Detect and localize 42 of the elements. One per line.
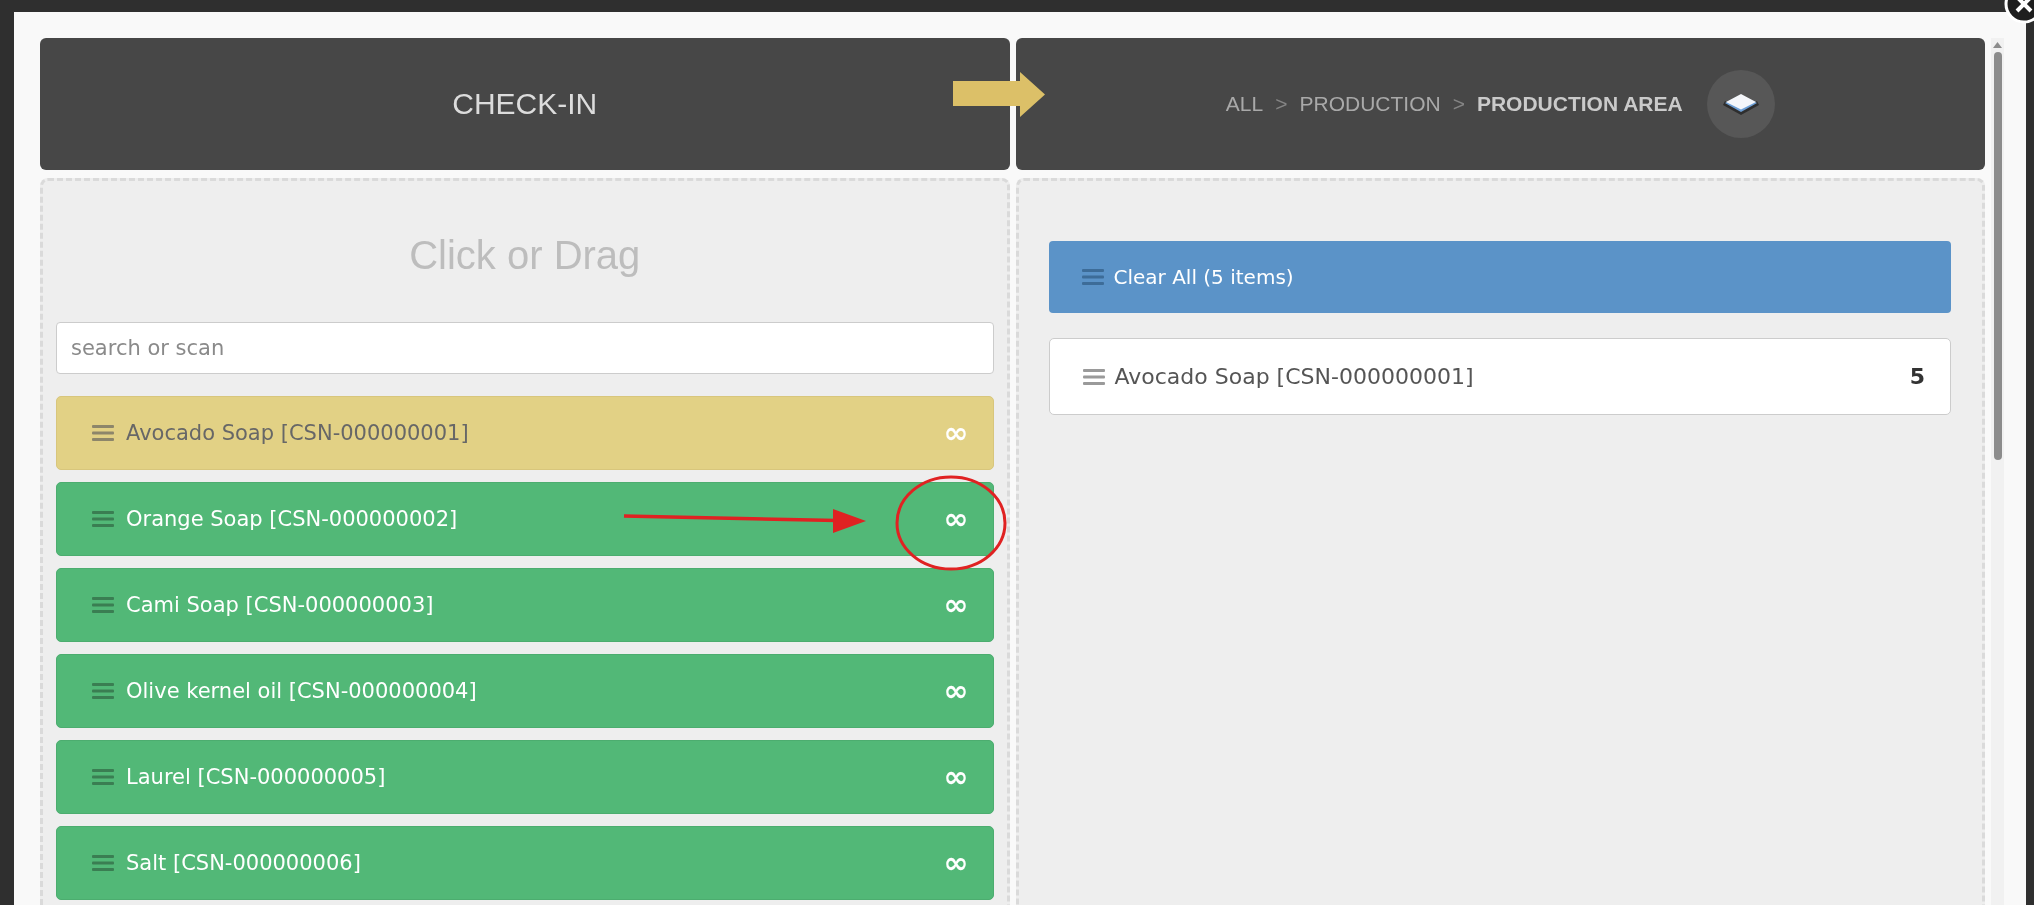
scroll-up-icon[interactable]: [1993, 42, 2002, 48]
product-name: Salt [CSN-000000006]: [126, 851, 361, 875]
breadcrumb-separator: >: [1275, 92, 1288, 116]
product-row[interactable]: Orange Soap [CSN-000000002] ∞: [56, 482, 994, 556]
quantity-label: ∞: [943, 504, 969, 534]
product-name: Orange Soap [CSN-000000002]: [126, 507, 458, 531]
product-row[interactable]: Salt [CSN-000000006] ∞: [56, 826, 994, 900]
drag-handle-icon[interactable]: [1082, 368, 1105, 385]
cart-item[interactable]: Avocado Soap [CSN-000000001] 5: [1048, 338, 1951, 415]
drag-handle-icon[interactable]: [92, 855, 114, 871]
search-field[interactable]: search or scan: [56, 322, 994, 374]
arrow-icon: [953, 72, 1045, 117]
product-name: Cami Soap [CSN-000000003]: [126, 593, 434, 617]
product-name: Olive kernel oil [CSN-000000004]: [126, 679, 477, 703]
breadcrumb-link[interactable]: PRODUCTION AREA: [1476, 92, 1683, 116]
product-name: Avocado Soap [CSN-000000001]: [1114, 364, 1474, 389]
drag-handle-icon[interactable]: [92, 511, 114, 527]
product-row[interactable]: Laurel [CSN-000000005] ∞: [56, 740, 994, 814]
drag-handle-icon[interactable]: [1081, 269, 1104, 285]
clear-all-button[interactable]: Clear All (5 items): [1048, 241, 1951, 313]
product-row[interactable]: Cami Soap [CSN-000000003] ∞: [56, 568, 994, 642]
breadcrumb-separator: >: [1452, 92, 1465, 116]
quantity-label: ∞: [943, 676, 969, 706]
scrollbar-thumb[interactable]: [1993, 52, 2002, 460]
quantity-count: 5: [1909, 364, 1925, 389]
drag-handle-icon[interactable]: [92, 597, 114, 613]
drag-handle-icon[interactable]: [92, 683, 114, 699]
product-name: Laurel [CSN-000000005]: [126, 765, 386, 789]
quantity-label: ∞: [943, 590, 969, 620]
header-title: CHECK-IN: [452, 87, 598, 121]
breadcrumb-link[interactable]: PRODUCTION: [1299, 92, 1441, 116]
drag-handle-icon[interactable]: [92, 769, 114, 785]
quantity-label: ∞: [943, 418, 969, 448]
product-row[interactable]: Avocado Soap [CSN-000000001] ∞: [56, 396, 994, 470]
scrollbar[interactable]: [1991, 38, 2004, 905]
product-row[interactable]: Olive kernel oil [CSN-000000004] ∞: [56, 654, 994, 728]
layer-icon[interactable]: [1706, 70, 1775, 138]
product-name: Avocado Soap [CSN-000000001]: [126, 421, 469, 445]
quantity-label: ∞: [943, 762, 969, 792]
drag-handle-icon[interactable]: [92, 425, 114, 441]
quantity-label: ∞: [943, 848, 969, 878]
breadcrumb-link[interactable]: ALL: [1225, 92, 1264, 116]
